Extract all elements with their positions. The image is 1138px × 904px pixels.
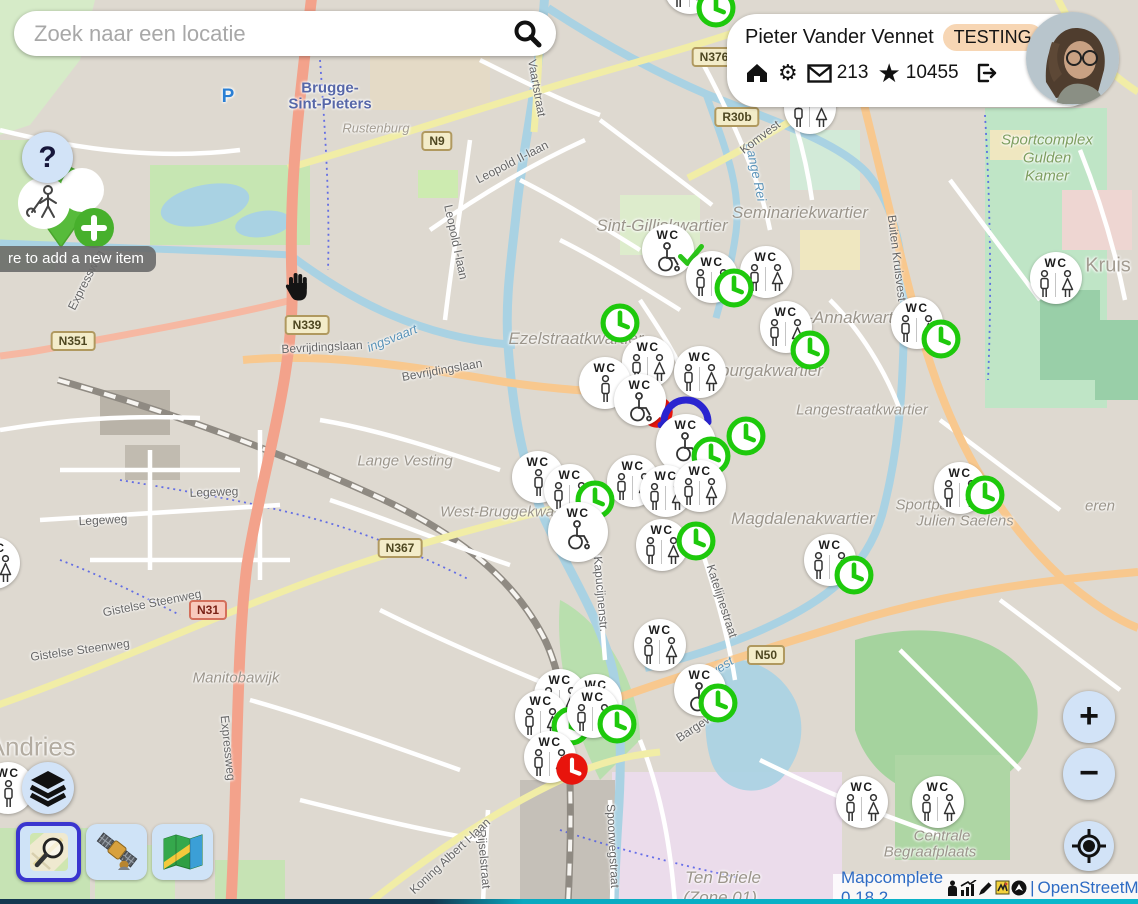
zoom-out-button[interactable]: − [1063,748,1115,800]
wc-label: WC [539,736,562,748]
toilet-marker[interactable]: WC [0,537,20,589]
toilet-marker[interactable]: WC [912,776,964,828]
man-figures-icon [598,375,613,404]
layers-icon [27,769,69,807]
wc-label: WC [755,251,778,263]
toilet-marker[interactable]: WC [674,346,726,398]
messages-icon[interactable] [807,64,832,83]
zoom-in-button[interactable]: + [1063,691,1115,743]
green-clock-badge [726,416,767,457]
mf-figures-icon [0,555,14,584]
star-icon[interactable]: ★ [877,60,900,86]
wc-label: WC [530,695,553,707]
green-clock-badge [696,0,737,29]
wc-label: WC [582,691,605,703]
green-clock-badge [965,475,1006,516]
toilet-marker[interactable]: WC [674,460,726,512]
wc-label: WC [527,456,550,468]
wc-label: WC [701,256,724,268]
layers-button[interactable] [22,762,74,814]
mf-figures-icon [641,637,680,666]
mf-figures-icon [681,364,720,393]
logout-icon[interactable] [974,61,998,85]
green-clock-badge [676,521,717,562]
statistics-icon[interactable] [960,880,977,896]
settings-gear-icon[interactable]: ⚙ [778,62,798,84]
attribution-separator: | [1030,878,1034,898]
toilet-marker[interactable]: WC [548,502,608,562]
user-name: Pieter Vander Vennet [745,26,934,49]
wc-label: WC [927,781,950,793]
wc-label: WC [675,419,698,431]
wc-label: WC [657,229,680,241]
zoom-in-label: + [1079,699,1099,733]
help-button[interactable]: ? [22,132,73,183]
changesets-count: 10455 [906,62,959,84]
man-figures-icon [1,780,16,809]
wc-label: WC [819,539,842,551]
mf-figures-icon [919,794,958,823]
home-icon[interactable] [745,62,769,84]
background-style-map-button[interactable] [152,824,213,880]
josm-icon[interactable] [995,880,1010,895]
toilet-marker[interactable]: WC [634,619,686,671]
wc-label: WC [649,624,672,636]
green-clock-badge [714,268,755,309]
green-clock-badge [921,319,962,360]
edit-pencil-icon[interactable] [978,880,994,896]
green-clock-badge [597,704,638,745]
osm-carto-search-icon [28,831,70,873]
red-clock-badge [554,751,591,788]
wc-label: WC [689,669,712,681]
mf-figures-icon [1037,270,1076,299]
toilet-marker[interactable]: WC [1030,252,1082,304]
zoom-out-label: − [1079,756,1099,790]
toilet-marker[interactable]: WC [836,776,888,828]
search-icon[interactable] [510,17,544,51]
wc-label: WC [906,302,929,314]
mf-figures-icon [843,794,882,823]
add-item-tooltip: re to add a new item [0,246,156,272]
folded-map-icon [161,832,205,872]
wc-label: WC [629,379,652,391]
wc-label: WC [594,362,617,374]
user-avatar[interactable] [1026,12,1119,105]
green-clock-badge [600,303,641,344]
wc-label: WC [689,351,712,363]
openstreetmap-link[interactable]: OpenStreetMap [1037,878,1138,898]
wheelchair-figures-icon [626,392,655,422]
crosshair-icon [1068,825,1110,867]
mf-figures-icon [681,478,720,507]
wc-label: WC [622,460,645,472]
green-clock-badge [834,555,875,596]
wc-label: WC [689,465,712,477]
satellite-icon [94,830,140,874]
wc-label: WC [651,524,674,536]
wc-label: WC [567,507,590,519]
community-icon[interactable] [946,880,959,896]
geolocate-button[interactable] [1064,821,1114,871]
green-clock-badge [790,330,831,371]
wc-label: WC [851,781,874,793]
green-clock-badge [698,683,739,724]
loading-progress-bar [0,899,1138,904]
search-input[interactable] [32,20,510,48]
wc-label: WC [775,306,798,318]
attribution-bar: Mapcomplete 0.18.2 | OpenStreetMap [833,874,1138,901]
messages-count: 213 [837,62,869,84]
man-figures-icon [531,469,546,498]
wc-label: WC [1045,257,1068,269]
background-style-osm-button[interactable] [16,822,81,882]
search-bar [14,11,556,56]
mapcomplete-app: Brugge-Sint-PietersRustenburgSint-Gillis… [0,0,1138,904]
wc-label: WC [0,767,20,779]
background-style-satellite-button[interactable] [86,824,147,880]
wheelchair-figures-icon [564,520,593,550]
wc-label: WC [549,674,572,686]
wc-label: WC [0,542,6,554]
help-label: ? [38,141,56,175]
map-markers-layer: WC WC WC WC WC WC WC WC WC WC WC WC WC WC WC WC WC WC WC WC… [0,0,1138,904]
mapillary-icon[interactable] [1011,880,1027,896]
